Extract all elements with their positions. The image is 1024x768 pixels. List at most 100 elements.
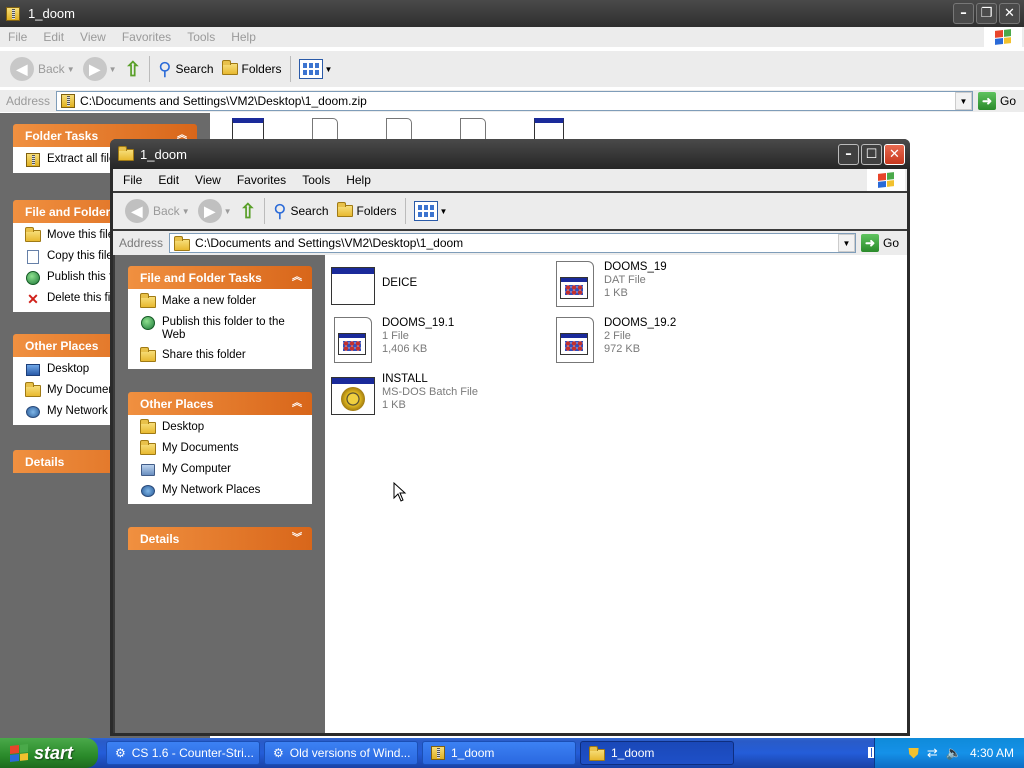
file-type: 2 File <box>604 330 631 342</box>
front-address-bar: Address C:\Documents and Settings\VM2\De… <box>113 231 907 255</box>
folders-icon <box>336 202 353 217</box>
back-minimize-button[interactable]: – <box>953 3 974 24</box>
back-forward-button[interactable]: ▶ ▼ <box>79 54 121 84</box>
file-type: DAT File <box>604 274 646 286</box>
back-window-title: 1_doom <box>28 6 75 21</box>
back-file-icon[interactable] <box>534 118 564 140</box>
back-file-icon[interactable] <box>386 118 412 140</box>
back-toolbar: ◀ Back ▼ ▶ ▼ ⇧ ⚲ Search Folders ▼ <box>0 51 1024 87</box>
folders-icon <box>221 60 238 75</box>
back-up-button[interactable]: ⇧ <box>121 54 146 84</box>
back-menu-favorites[interactable]: Favorites <box>114 30 179 44</box>
back-menu-file[interactable]: File <box>0 30 35 44</box>
details-header[interactable]: Details ︾ <box>128 527 312 550</box>
back-address-label: Address <box>6 94 51 108</box>
back-search-button[interactable]: ⚲ Search <box>154 54 217 84</box>
taskbar-item-1-doom-zip[interactable]: 1_doom <box>422 741 576 765</box>
back-titlebar[interactable]: 1_doom – ❐ ✕ <box>0 0 1024 27</box>
menu-edit[interactable]: Edit <box>150 173 187 187</box>
back-file-icon[interactable] <box>232 118 264 140</box>
file-item-deice[interactable]: DEICE <box>329 263 417 311</box>
network-icon[interactable]: ⇄ <box>927 745 938 761</box>
back-go-button[interactable]: ➜ Go <box>976 92 1024 110</box>
taskbar-item-counter-strike[interactable]: ⚙ CS 1.6 - Counter-Stri... <box>106 741 260 765</box>
go-arrow-icon: ➜ <box>860 234 879 252</box>
file-name: DOOMS_19.1 <box>382 317 455 329</box>
place-my-network[interactable]: My Network Places <box>140 484 304 498</box>
back-place-desktop-label: Desktop <box>47 363 90 375</box>
menu-tools[interactable]: Tools <box>294 173 338 187</box>
back-views-button[interactable]: ▼ <box>295 54 337 84</box>
file-item-install[interactable]: INSTALL MS-DOS Batch File 1 KB <box>329 373 478 421</box>
back-menu-help[interactable]: Help <box>223 30 264 44</box>
place-my-computer[interactable]: My Computer <box>140 463 304 477</box>
back-copy-label: Copy this file <box>47 250 113 262</box>
front-maximize-button[interactable]: ☐ <box>861 144 882 165</box>
counter-strike-icon: ⚙ <box>115 746 126 760</box>
menu-help[interactable]: Help <box>338 173 379 187</box>
address-input[interactable]: C:\Documents and Settings\VM2\Desktop\1_… <box>169 233 856 253</box>
menu-favorites[interactable]: Favorites <box>229 173 294 187</box>
other-places-header[interactable]: Other Places ︽ <box>128 392 312 415</box>
menu-view[interactable]: View <box>187 173 229 187</box>
place-my-documents[interactable]: My Documents <box>140 440 304 456</box>
back-arrow-icon: ◀ <box>10 57 34 81</box>
back-address-input[interactable]: C:\Documents and Settings\VM2\Desktop\1_… <box>56 91 973 111</box>
back-menu-view[interactable]: View <box>72 30 114 44</box>
clock[interactable]: 4:30 AM <box>970 746 1014 760</box>
start-button[interactable]: start <box>0 738 98 768</box>
taskbar-item-1-doom[interactable]: 1_doom <box>580 741 734 765</box>
place-my-documents-label: My Documents <box>162 442 239 454</box>
back-folders-button[interactable]: Folders <box>218 54 286 84</box>
views-icon <box>413 201 438 221</box>
taskbar-item-label: 1_doom <box>611 746 655 760</box>
back-file-icon[interactable] <box>312 118 338 140</box>
windows-logo-icon <box>867 169 905 191</box>
address-value: C:\Documents and Settings\VM2\Desktop\1_… <box>195 236 464 250</box>
up-button[interactable]: ⇧ <box>236 196 261 226</box>
back-button[interactable]: ◀ Back ▼ <box>121 196 194 226</box>
back-other-places-title: Other Places <box>25 338 99 353</box>
my-documents-icon <box>140 440 156 455</box>
file-item-dooms-19[interactable]: DOOMS_19 DAT File 1 KB <box>551 261 667 309</box>
address-dropdown[interactable]: ▼ <box>837 234 855 252</box>
file-type: MS-DOS Batch File <box>382 386 478 398</box>
back-address-bar: Address C:\Documents and Settings\VM2\De… <box>0 90 1024 112</box>
file-folder-tasks-header[interactable]: File and Folder Tasks ︽ <box>128 266 312 289</box>
other-places-title: Other Places <box>140 396 214 411</box>
front-titlebar[interactable]: 1_doom – ☐ ✕ <box>110 139 910 169</box>
back-back-label: Back <box>38 62 65 76</box>
make-new-folder-link[interactable]: Make a new folder <box>140 293 304 309</box>
volume-icon[interactable]: 🔈 <box>946 745 962 761</box>
back-menu-tools[interactable]: Tools <box>179 30 223 44</box>
share-folder-link[interactable]: Share this folder <box>140 347 304 363</box>
security-shield-icon[interactable]: ⛊ <box>908 745 919 762</box>
front-close-button[interactable]: ✕ <box>884 144 905 165</box>
desktop-icon <box>26 364 40 376</box>
collapse-icon: ︽ <box>292 397 302 409</box>
back-menu-edit[interactable]: Edit <box>35 30 72 44</box>
file-item-dooms-19-2[interactable]: DOOMS_19.2 2 File 972 KB <box>551 317 676 365</box>
my-documents-icon <box>25 382 41 397</box>
views-button[interactable]: ▼ <box>410 196 452 226</box>
back-back-button[interactable]: ◀ Back ▼ <box>6 54 79 84</box>
back-file-icon[interactable] <box>460 118 486 140</box>
forward-button[interactable]: ▶ ▼ <box>194 196 236 226</box>
back-label: Back <box>153 204 180 218</box>
place-desktop[interactable]: Desktop <box>140 419 304 435</box>
task-pane: File and Folder Tasks ︽ Make a new folde… <box>115 255 325 733</box>
publish-folder-link[interactable]: Publish this folder to the Web <box>140 316 304 342</box>
back-address-dropdown[interactable]: ▼ <box>954 92 972 110</box>
front-minimize-button[interactable]: – <box>838 144 859 165</box>
go-button[interactable]: ➜ Go <box>859 234 907 252</box>
back-restore-button[interactable]: ❐ <box>976 3 997 24</box>
network-places-icon <box>141 485 155 497</box>
taskbar-item-label: 1_doom <box>451 746 495 760</box>
back-close-button[interactable]: ✕ <box>999 3 1020 24</box>
file-item-dooms-19-1[interactable]: DOOMS_19.1 1 File 1,406 KB <box>329 317 454 365</box>
search-button[interactable]: ⚲ Search <box>269 196 332 226</box>
folders-button[interactable]: Folders <box>333 196 401 226</box>
taskbar-item-browser[interactable]: ⚙ Old versions of Wind... <box>264 741 418 765</box>
file-view[interactable]: DEICE DOOMS_19 DAT File 1 KB DOOMS_19.1 … <box>325 255 907 733</box>
menu-file[interactable]: File <box>115 173 150 187</box>
